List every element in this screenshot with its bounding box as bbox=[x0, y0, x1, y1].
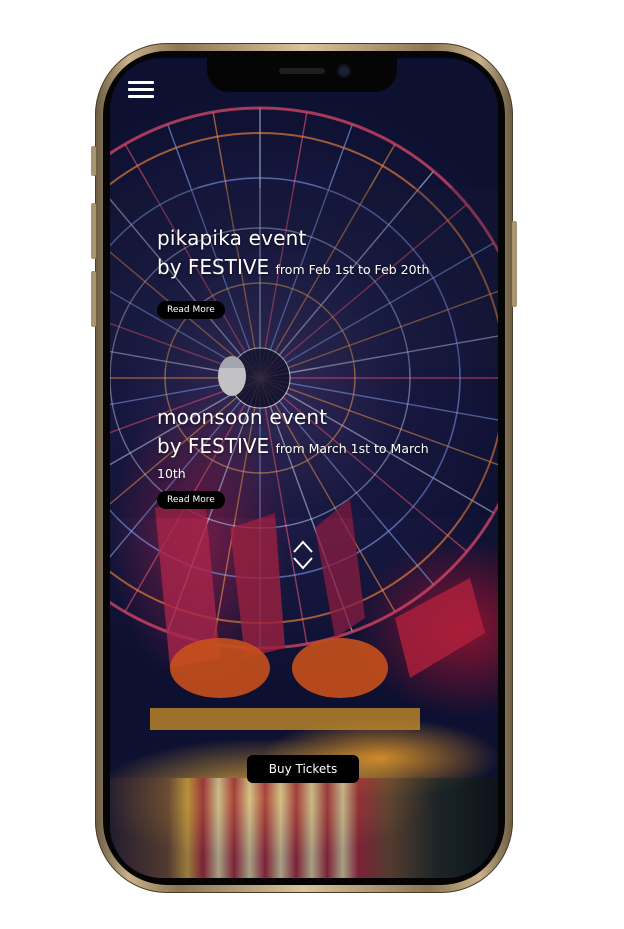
event-by: by FESTIVE bbox=[157, 434, 270, 458]
read-more-button[interactable]: Read More bbox=[157, 491, 225, 509]
event-card-moonsoon: moonsoon event by FESTIVE from March 1st… bbox=[157, 405, 447, 509]
volume-up-button bbox=[91, 203, 96, 259]
event-title: pikapika event bbox=[157, 226, 307, 250]
chevron-up-down-icon[interactable] bbox=[291, 538, 315, 572]
front-camera bbox=[339, 66, 349, 76]
phone-frame: pikapika event by FESTIVE from Feb 1st t… bbox=[91, 43, 517, 893]
event-title: moonsoon event bbox=[157, 405, 328, 429]
speaker-grille bbox=[279, 68, 325, 74]
read-more-button[interactable]: Read More bbox=[157, 301, 225, 319]
event-organizer: by FESTIVE from March 1st to March 10th bbox=[157, 435, 447, 485]
phone-notch bbox=[207, 58, 397, 92]
app-screen: pikapika event by FESTIVE from Feb 1st t… bbox=[110, 58, 498, 878]
event-date: from Feb 1st to Feb 20th bbox=[275, 262, 430, 277]
power-button bbox=[512, 221, 517, 307]
buy-tickets-button[interactable]: Buy Tickets bbox=[247, 755, 359, 783]
volume-down-button bbox=[91, 271, 96, 327]
event-organizer: by FESTIVE from Feb 1st to Feb 20th bbox=[157, 256, 447, 281]
event-by: by FESTIVE bbox=[157, 255, 270, 279]
event-card-pikapika: pikapika event by FESTIVE from Feb 1st t… bbox=[157, 226, 447, 319]
mute-switch bbox=[91, 146, 96, 176]
food-booth-background bbox=[110, 778, 498, 878]
hamburger-menu-icon[interactable] bbox=[128, 78, 154, 98]
